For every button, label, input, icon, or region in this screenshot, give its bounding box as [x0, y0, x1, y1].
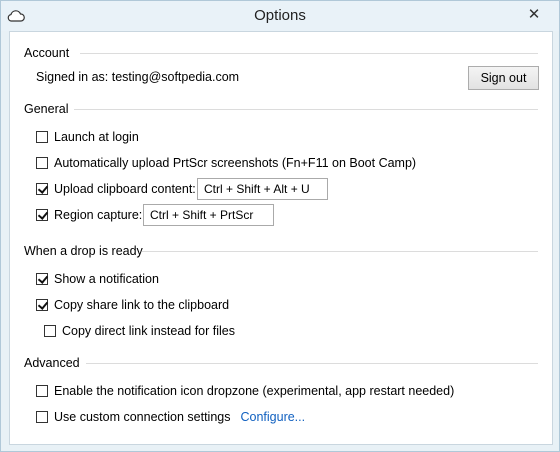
options-window: Options ✕ Account Signed in as: testing@… [0, 0, 560, 452]
notification-dropzone-option[interactable]: Enable the notification icon dropzone (e… [36, 382, 454, 400]
custom-connection-option[interactable]: Use custom connection settings Configure… [36, 408, 305, 426]
advanced-heading: Advanced [24, 356, 80, 370]
signed-in-text: Signed in as: testing@softpedia.com [36, 68, 239, 86]
show-notification-option[interactable]: Show a notification [36, 270, 159, 288]
general-heading: General [24, 102, 69, 116]
drop-heading: When a drop is ready [24, 244, 143, 258]
close-button[interactable]: ✕ [523, 5, 545, 25]
region-capture-label: Region capture: [54, 208, 143, 222]
notification-dropzone-label: Enable the notification icon dropzone (e… [54, 384, 455, 398]
drop-divider [142, 251, 538, 252]
sign-out-button[interactable]: Sign out [468, 66, 539, 90]
custom-connection-label: Use custom connection settings [54, 410, 231, 424]
notification-dropzone-checkbox[interactable] [36, 385, 48, 397]
show-notification-label: Show a notification [54, 272, 159, 286]
custom-connection-checkbox[interactable] [36, 411, 48, 423]
auto-upload-option[interactable]: Automatically upload PrtScr screenshots … [36, 154, 416, 172]
copy-direct-link-label: Copy direct link instead for files [62, 324, 235, 338]
region-capture-checkbox[interactable] [36, 209, 48, 221]
configure-link[interactable]: Configure... [240, 410, 305, 424]
upload-clipboard-checkbox[interactable] [36, 183, 48, 195]
signed-in-label: Signed in as: testing@softpedia.com [36, 70, 240, 84]
copy-direct-link-checkbox[interactable] [44, 325, 56, 337]
region-capture-option[interactable]: Region capture: [36, 206, 142, 224]
upload-clipboard-option[interactable]: Upload clipboard content: [36, 180, 196, 198]
account-divider [80, 53, 538, 54]
upload-clipboard-label: Upload clipboard content: [54, 182, 196, 196]
launch-at-login-option[interactable]: Launch at login [36, 128, 139, 146]
general-divider [74, 109, 538, 110]
copy-share-link-checkbox[interactable] [36, 299, 48, 311]
title-bar: Options ✕ [1, 1, 559, 31]
advanced-divider [86, 363, 538, 364]
copy-direct-link-option[interactable]: Copy direct link instead for files [44, 322, 235, 340]
launch-at-login-label: Launch at login [54, 130, 139, 144]
region-capture-hotkey-field[interactable]: Ctrl + Shift + PrtScr [143, 204, 274, 226]
copy-share-link-label: Copy share link to the clipboard [54, 298, 230, 312]
launch-at-login-checkbox[interactable] [36, 131, 48, 143]
account-heading: Account [24, 46, 70, 60]
options-panel: Account Signed in as: testing@softpedia.… [9, 31, 553, 445]
window-title: Options [254, 7, 306, 24]
auto-upload-checkbox[interactable] [36, 157, 48, 169]
auto-upload-label: Automatically upload PrtScr screenshots … [54, 156, 417, 170]
copy-share-link-option[interactable]: Copy share link to the clipboard [36, 296, 229, 314]
show-notification-checkbox[interactable] [36, 273, 48, 285]
upload-clipboard-hotkey-field[interactable]: Ctrl + Shift + Alt + U [197, 178, 328, 200]
